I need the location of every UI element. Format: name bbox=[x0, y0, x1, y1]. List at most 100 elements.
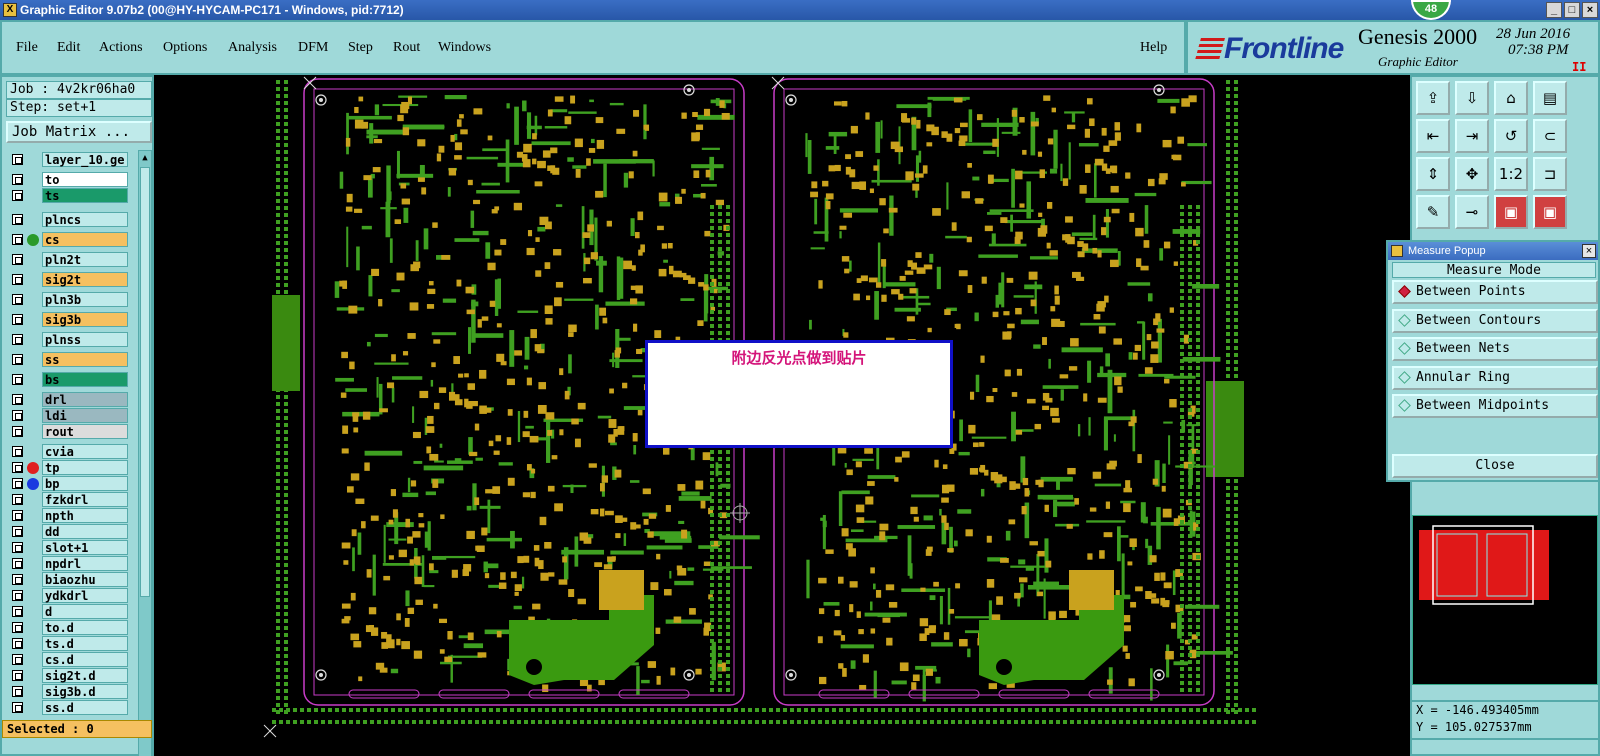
layer-scrollbar[interactable]: ▲ ▼ bbox=[138, 150, 152, 756]
layer-name[interactable]: to bbox=[42, 172, 128, 187]
layer-row[interactable]: plncs bbox=[6, 212, 136, 227]
scale-icon[interactable]: 1:2 bbox=[1494, 157, 1528, 191]
layer-row[interactable]: ts bbox=[6, 188, 136, 203]
layer-name[interactable]: to.d bbox=[42, 620, 128, 635]
measure-option[interactable]: Between Contours bbox=[1392, 308, 1598, 333]
layer-name[interactable]: rout bbox=[42, 424, 128, 439]
layer-checkbox[interactable] bbox=[12, 462, 23, 473]
menu-edit[interactable]: Edit bbox=[57, 40, 80, 56]
mirror-icon[interactable]: ⊂ bbox=[1533, 119, 1567, 153]
measure-option[interactable]: Between Nets bbox=[1392, 337, 1598, 361]
probe-icon[interactable]: ⊸ bbox=[1455, 195, 1489, 229]
layer-row[interactable]: sig2t.d bbox=[6, 668, 136, 683]
layer-name[interactable]: ss.d bbox=[42, 700, 128, 715]
layer-name[interactable]: sig2t.d bbox=[42, 668, 128, 683]
layer-checkbox[interactable] bbox=[12, 590, 23, 601]
layer-checkbox[interactable] bbox=[12, 334, 23, 345]
layer-name[interactable]: sig3b bbox=[42, 312, 128, 327]
layer-row[interactable]: dd bbox=[6, 524, 136, 539]
layer-name[interactable]: biaozhu bbox=[42, 572, 128, 587]
layer-row[interactable]: bs bbox=[6, 372, 136, 387]
fit-height-icon[interactable]: ⇕ bbox=[1416, 157, 1450, 191]
layer-checkbox[interactable] bbox=[12, 410, 23, 421]
maximize-button[interactable]: □ bbox=[1564, 2, 1580, 18]
layer-name[interactable]: ts.d bbox=[42, 636, 128, 651]
layer-name[interactable]: bs bbox=[42, 372, 128, 387]
layer-row[interactable]: cs.d bbox=[6, 652, 136, 667]
layer-checkbox[interactable] bbox=[12, 542, 23, 553]
layer-name[interactable]: npdrl bbox=[42, 556, 128, 571]
layer-checkbox[interactable] bbox=[12, 394, 23, 405]
layer-checkbox[interactable] bbox=[12, 654, 23, 665]
layer-checkbox[interactable] bbox=[12, 174, 23, 185]
layer-checkbox[interactable] bbox=[12, 606, 23, 617]
minimize-button[interactable]: _ bbox=[1546, 2, 1562, 18]
layer-row[interactable]: to bbox=[6, 172, 136, 187]
layer-row[interactable]: fzkdrl bbox=[6, 492, 136, 507]
menu-options[interactable]: Options bbox=[163, 40, 207, 56]
measure-option[interactable]: Between Points bbox=[1392, 280, 1598, 304]
layer-row[interactable]: sig3b bbox=[6, 312, 136, 327]
layer-row[interactable]: npth bbox=[6, 508, 136, 523]
measure-option[interactable]: Between Midpoints bbox=[1392, 394, 1598, 418]
layer-checkbox[interactable] bbox=[12, 190, 23, 201]
zoom-home-icon[interactable]: ⇪ bbox=[1416, 81, 1450, 115]
menu-help[interactable]: Help bbox=[1140, 40, 1167, 56]
layer-checkbox[interactable] bbox=[12, 314, 23, 325]
zoom-back-icon[interactable]: ⇩ bbox=[1455, 81, 1489, 115]
menu-rout[interactable]: Rout bbox=[393, 40, 420, 56]
close-window-button[interactable]: × bbox=[1582, 2, 1598, 18]
radio-diamond-icon[interactable] bbox=[1398, 313, 1411, 327]
layer-name[interactable]: plnss bbox=[42, 332, 128, 347]
menu-step[interactable]: Step bbox=[348, 40, 373, 56]
layer-row[interactable]: bp bbox=[6, 476, 136, 491]
layer-name[interactable]: ts bbox=[42, 188, 128, 203]
layer-row[interactable]: tp bbox=[6, 460, 136, 475]
snap-icon[interactable]: ⊐ bbox=[1533, 157, 1567, 191]
layer-name[interactable]: cs bbox=[42, 232, 128, 247]
layer-name[interactable]: dd bbox=[42, 524, 128, 539]
radio-diamond-icon[interactable] bbox=[1398, 285, 1411, 298]
menu-analysis[interactable]: Analysis bbox=[228, 40, 277, 56]
layer-checkbox[interactable] bbox=[12, 214, 23, 225]
layer-row[interactable]: d bbox=[6, 604, 136, 619]
layer-row[interactable]: plnss bbox=[6, 332, 136, 347]
layer-name[interactable]: tp bbox=[42, 460, 128, 475]
layer-name[interactable]: layer_10.ge bbox=[42, 152, 128, 167]
layer-checkbox[interactable] bbox=[12, 374, 23, 385]
radio-diamond-icon[interactable] bbox=[1398, 342, 1411, 355]
layer-checkbox[interactable] bbox=[12, 574, 23, 585]
layer-row[interactable]: ss.d bbox=[6, 700, 136, 715]
layer-checkbox[interactable] bbox=[12, 622, 23, 633]
layer-checkbox[interactable] bbox=[12, 234, 23, 245]
layer-checkbox[interactable] bbox=[12, 494, 23, 505]
layer-checkbox[interactable] bbox=[12, 294, 23, 305]
fit-all-icon[interactable]: ✥ bbox=[1455, 157, 1489, 191]
layer-row[interactable]: layer_10.ge bbox=[6, 152, 136, 167]
layer-name[interactable]: drl bbox=[42, 392, 128, 407]
layer-name[interactable]: d bbox=[42, 604, 128, 619]
layer-name[interactable]: pln3b bbox=[42, 292, 128, 307]
menu-windows[interactable]: Windows bbox=[438, 40, 491, 56]
layer-name[interactable]: ldi bbox=[42, 408, 128, 423]
layer-row[interactable]: cvia bbox=[6, 444, 136, 459]
layer-name[interactable]: ss bbox=[42, 352, 128, 367]
layer-checkbox[interactable] bbox=[12, 478, 23, 489]
layer-name[interactable]: cvia bbox=[42, 444, 128, 459]
pause-indicator[interactable]: II bbox=[1572, 60, 1586, 74]
layer-row[interactable]: sig2t bbox=[6, 272, 136, 287]
menu-file[interactable]: File bbox=[16, 40, 38, 56]
layer-checkbox[interactable] bbox=[12, 426, 23, 437]
layer-row[interactable]: slot+1 bbox=[6, 540, 136, 555]
layer-checkbox[interactable] bbox=[12, 526, 23, 537]
rotate-icon[interactable]: ↺ bbox=[1494, 119, 1528, 153]
layer-name[interactable]: slot+1 bbox=[42, 540, 128, 555]
layer-checkbox[interactable] bbox=[12, 686, 23, 697]
scroll-up-icon[interactable]: ▲ bbox=[140, 152, 150, 164]
overview-map[interactable] bbox=[1412, 515, 1598, 685]
layer-row[interactable]: to.d bbox=[6, 620, 136, 635]
layer-name[interactable]: bp bbox=[42, 476, 128, 491]
pan-right-icon[interactable]: ⇥ bbox=[1455, 119, 1489, 153]
pan-left-icon[interactable]: ⇤ bbox=[1416, 119, 1450, 153]
menu-dfm[interactable]: DFM bbox=[298, 40, 328, 56]
